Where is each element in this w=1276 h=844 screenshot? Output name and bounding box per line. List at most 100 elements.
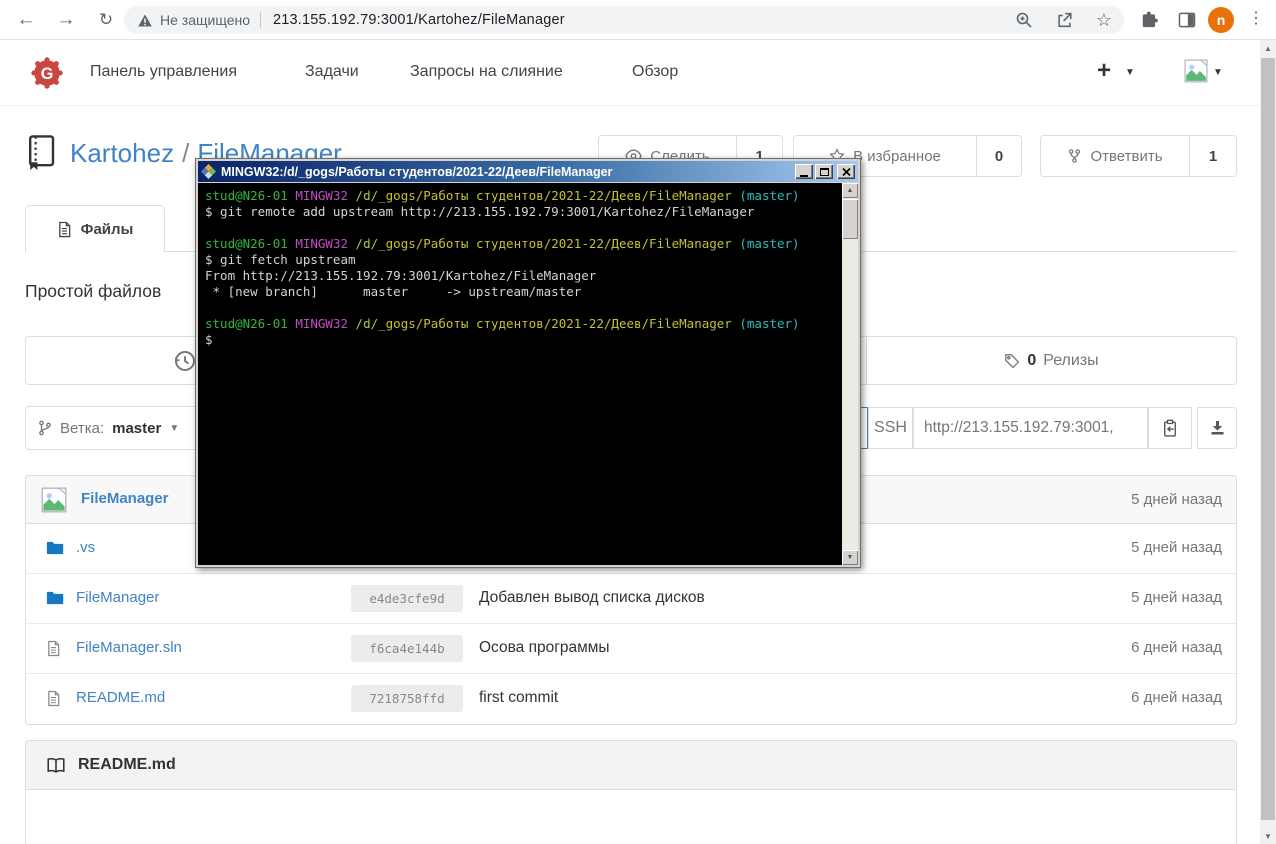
commit-hash-badge[interactable]: f6ca4e144b xyxy=(351,635,463,662)
journal-book-icon xyxy=(25,134,57,170)
terminal-titlebar[interactable]: MINGW32:/d/_gogs/Работы студентов/2021-2… xyxy=(198,161,858,182)
terminal-scrollbar-thumb[interactable] xyxy=(842,199,858,239)
file-text-icon xyxy=(46,690,61,707)
create-new-button[interactable]: + xyxy=(1097,57,1111,85)
file-link[interactable]: FileManager.sln xyxy=(76,639,182,656)
terminal-maximize-button[interactable] xyxy=(815,164,833,179)
commit-hash-badge[interactable]: e4de3cfe9d xyxy=(351,585,463,612)
address-divider xyxy=(260,12,261,28)
scroll-up-icon[interactable]: ▲ xyxy=(842,183,858,198)
committer-avatar-broken-image-icon xyxy=(41,487,67,513)
fork-count[interactable]: 1 xyxy=(1190,135,1237,177)
terminal-line: * [new branch] master -> upstream/master xyxy=(205,284,842,300)
terminal-line: $ git remote add upstream http://213.155… xyxy=(205,204,842,220)
releases-item[interactable]: 0 Релизы xyxy=(866,337,1236,384)
terminal-line: stud@N26-01 MINGW32 /d/_gogs/Работы студ… xyxy=(205,316,842,332)
repo-owner-link[interactable]: Kartohez xyxy=(70,138,174,168)
terminal-text-segment: /d/_gogs/Работы студентов/2021-22/Деев/F… xyxy=(355,316,732,331)
copy-button[interactable] xyxy=(1148,407,1192,449)
terminal-text-segment: MINGW32 xyxy=(295,316,349,331)
bookmark-star-icon[interactable]: ☆ xyxy=(1096,10,1112,31)
file-link[interactable]: .vs xyxy=(76,539,95,556)
terminal-text-segment: From http://213.155.192.79:3001/Kartohez… xyxy=(205,268,597,283)
browser-menu-icon[interactable]: ⋮ xyxy=(1248,8,1264,28)
terminal-text-segment: /d/_gogs/Работы студентов/2021-22/Деев/F… xyxy=(355,236,732,251)
branch-icon xyxy=(38,420,52,436)
avatar-letter: n xyxy=(1216,12,1226,28)
folder-icon xyxy=(46,540,64,556)
star-count[interactable]: 0 xyxy=(977,135,1022,177)
commit-date: 5 дней назад xyxy=(1131,491,1222,508)
extensions-puzzle-icon[interactable] xyxy=(1139,10,1159,30)
folder-icon xyxy=(46,590,64,606)
terminal-line: From http://213.155.192.79:3001/Kartohez… xyxy=(205,268,842,284)
terminal-line: stud@N26-01 MINGW32 /d/_gogs/Работы студ… xyxy=(205,236,842,252)
zoom-icon[interactable] xyxy=(1015,11,1033,29)
committer-name[interactable]: FileManager xyxy=(81,490,169,507)
browser-profile-avatar[interactable]: n xyxy=(1208,7,1234,33)
chevron-down-icon[interactable]: ▼ xyxy=(1125,67,1135,78)
address-bar[interactable]: Не защищено 213.155.192.79:3001/Kartohez… xyxy=(124,6,1124,34)
file-link[interactable]: FileManager xyxy=(76,589,159,606)
releases-label: Релизы xyxy=(1043,351,1099,369)
download-icon xyxy=(1209,420,1226,436)
page-scrollbar[interactable]: ▲ ▼ xyxy=(1260,40,1276,844)
chevron-down-icon[interactable]: ▼ xyxy=(1213,67,1223,78)
readme-title: README.md xyxy=(78,756,176,773)
share-icon[interactable] xyxy=(1055,11,1074,29)
terminal-text-segment: stud@N26-01 xyxy=(205,236,288,251)
commit-hash-badge[interactable]: 7218758ffd xyxy=(351,685,463,712)
terminal-text-segment: * [new branch] master -> upstream/master xyxy=(205,284,582,299)
commit-date: 5 дней назад xyxy=(1131,589,1222,606)
gogs-logo[interactable]: G xyxy=(30,56,64,90)
tag-icon xyxy=(1004,353,1020,369)
page-scrollbar-thumb[interactable] xyxy=(1261,58,1275,820)
terminal-text-segment: (master) xyxy=(739,236,800,251)
scroll-up-icon[interactable]: ▲ xyxy=(1260,40,1276,56)
commit-message-link[interactable]: Осова программы xyxy=(479,639,610,657)
commit-date: 5 дней назад xyxy=(1131,539,1222,556)
commit-message-link[interactable]: first commit xyxy=(479,689,558,707)
browser-back-button[interactable]: ← xyxy=(12,6,40,34)
screen: ← → ↻ Не защищено 213.155.192.79:3001/Ka… xyxy=(0,0,1276,844)
commit-date: 6 дней назад xyxy=(1131,689,1222,706)
browser-reload-button[interactable]: ↻ xyxy=(92,6,120,34)
open-book-icon xyxy=(46,757,66,774)
fork-button[interactable]: Ответвить xyxy=(1040,135,1190,177)
terminal-line: stud@N26-01 MINGW32 /d/_gogs/Работы студ… xyxy=(205,188,842,204)
terminal-minimize-button[interactable] xyxy=(795,164,813,179)
terminal-close-button[interactable] xyxy=(837,164,855,179)
scroll-down-icon[interactable]: ▼ xyxy=(1260,828,1276,844)
terminal-text-segment: /d/_gogs/Работы студентов/2021-22/Деев/F… xyxy=(355,188,732,203)
terminal-text-segment: MINGW32 xyxy=(295,188,349,203)
terminal-text-segment: $ git fetch upstream xyxy=(205,252,356,267)
terminal-scrollbar[interactable]: ▲ ▼ xyxy=(842,183,858,565)
commit-date: 6 дней назад xyxy=(1131,639,1222,656)
branch-label: Ветка: xyxy=(60,419,105,437)
tab-files[interactable]: Файлы xyxy=(25,205,165,252)
nav-pull-requests[interactable]: Запросы на слияние xyxy=(410,63,563,81)
download-button[interactable] xyxy=(1197,407,1237,449)
terminal-output[interactable]: stud@N26-01 MINGW32 /d/_gogs/Работы студ… xyxy=(198,183,842,565)
table-row: README.md 7218758ffd first commit 6 дней… xyxy=(26,674,1236,724)
clone-url-input[interactable] xyxy=(913,407,1148,449)
branch-name: master xyxy=(112,419,162,437)
user-avatar-broken-image-icon[interactable] xyxy=(1184,59,1208,83)
nav-issues[interactable]: Задачи xyxy=(305,63,359,81)
commit-message-link[interactable]: Добавлен вывод списка дисков xyxy=(479,589,705,607)
ssh-button[interactable]: SSH xyxy=(868,407,913,449)
security-warning-icon[interactable] xyxy=(138,14,152,27)
file-link[interactable]: README.md xyxy=(76,689,165,706)
nav-dashboard[interactable]: Панель управления xyxy=(90,63,237,81)
terminal-text-segment: stud@N26-01 xyxy=(205,188,288,203)
nav-explore[interactable]: Обзор xyxy=(632,63,678,81)
side-panel-icon[interactable] xyxy=(1177,10,1197,30)
scroll-down-icon[interactable]: ▼ xyxy=(842,550,858,565)
branch-selector[interactable]: Ветка: master ▼ xyxy=(25,406,210,450)
star-label: В избранное xyxy=(853,147,941,165)
table-row: FileManager.sln f6ca4e144b Осова програм… xyxy=(26,624,1236,674)
browser-forward-button[interactable]: → xyxy=(52,6,80,34)
